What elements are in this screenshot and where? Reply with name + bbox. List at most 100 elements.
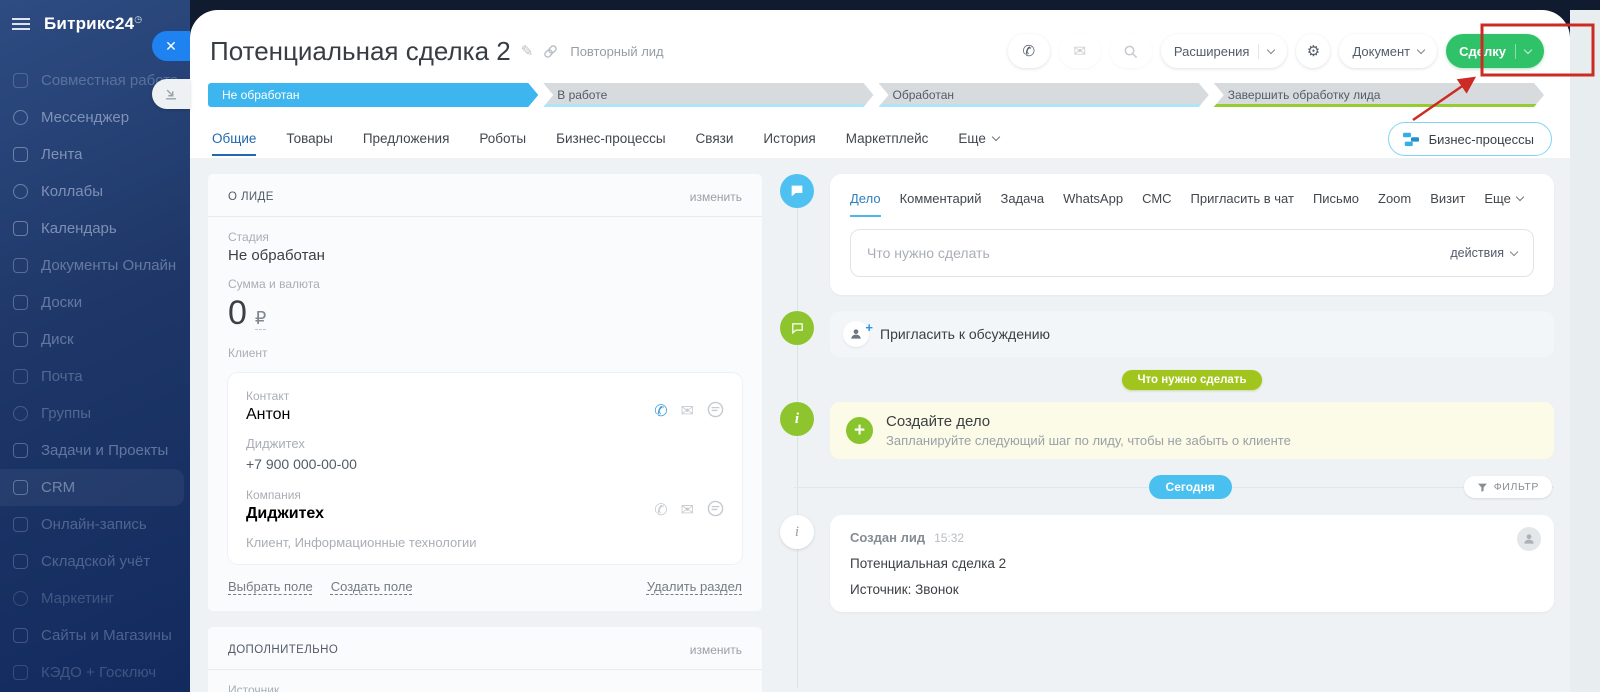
actions-dropdown[interactable]: действия: [1450, 246, 1517, 260]
sidebar-item-calendar[interactable]: Календарь: [0, 210, 190, 247]
edit-section-link[interactable]: изменить: [690, 643, 742, 657]
docs-online-icon: [13, 258, 28, 273]
add-activity-button[interactable]: +: [846, 417, 873, 444]
tab-quotes[interactable]: Предложения: [363, 131, 450, 146]
tab-robots[interactable]: Роботы: [479, 131, 526, 146]
company-name[interactable]: Диджитех: [246, 505, 477, 523]
activity-tab-whatsapp[interactable]: WhatsApp: [1063, 191, 1123, 206]
invite-to-discussion[interactable]: + Пригласить к обсуждению: [830, 311, 1554, 357]
client-card: Контакт Антон Диджитех +7 900 000-00-00 …: [228, 373, 742, 564]
sidebar-item-mail[interactable]: Почта: [0, 358, 190, 395]
create-field-link[interactable]: Создать поле: [331, 579, 413, 594]
sidebar-item-marketing[interactable]: Маркетинг: [0, 580, 190, 617]
tab-more[interactable]: Еще: [958, 131, 998, 146]
sidebar-item-boards[interactable]: Доски: [0, 284, 190, 321]
contact-phone[interactable]: +7 900 000-00-00: [246, 456, 357, 472]
call-button[interactable]: ✆: [1008, 34, 1050, 68]
create-activity-card: + Создайте дело Запланируйте следующий ш…: [830, 402, 1554, 459]
currency-label[interactable]: ₽: [255, 308, 266, 330]
avatar[interactable]: [1517, 527, 1541, 551]
activity-tab-deal[interactable]: Дело: [850, 191, 881, 206]
settings-button[interactable]: ⚙: [1296, 34, 1330, 68]
entry-source: Источник: Звонок: [850, 582, 1534, 597]
activity-tab-more[interactable]: Еще: [1484, 191, 1522, 206]
select-field-link[interactable]: Выбрать поле: [228, 579, 313, 594]
logo[interactable]: Битрикс24◷: [44, 14, 142, 34]
document-dropdown[interactable]: Документ: [1339, 34, 1437, 68]
contact-label: Контакт: [246, 389, 357, 403]
sidebar-item-drive[interactable]: Диск: [0, 321, 190, 358]
stage-not-processed[interactable]: Не обработан: [208, 83, 538, 107]
tab-history[interactable]: История: [763, 131, 815, 146]
amount-value[interactable]: 0: [228, 294, 247, 333]
activity-tab-visit[interactable]: Визит: [1430, 191, 1465, 206]
sidebar-item-inventory[interactable]: Складской учёт: [0, 543, 190, 580]
mail-icon[interactable]: ✉: [681, 500, 694, 520]
inventory-icon: [13, 554, 28, 569]
chat-icon[interactable]: [707, 500, 724, 517]
phone-icon[interactable]: ✆: [654, 401, 667, 421]
activity-tab-invite-chat[interactable]: Пригласить в чат: [1191, 191, 1294, 206]
sidebar-item-groups[interactable]: Группы: [0, 395, 190, 432]
delete-section-link[interactable]: Удалить раздел: [647, 579, 742, 594]
tab-products[interactable]: Товары: [286, 131, 332, 146]
chat-bubble-outline-icon: [790, 321, 805, 336]
activity-composer-card: Дело Комментарий Задача WhatsApp СМС При…: [830, 174, 1554, 295]
activity-tab-task[interactable]: Задача: [1000, 191, 1044, 206]
email-button[interactable]: ✉: [1059, 34, 1101, 68]
timeline-column: Дело Комментарий Задача WhatsApp СМС При…: [780, 174, 1554, 692]
mail-icon: [13, 369, 28, 384]
tasks-icon: [13, 443, 28, 458]
activity-tab-zoom[interactable]: Zoom: [1378, 191, 1411, 206]
tab-business-processes[interactable]: Бизнес-процессы: [556, 131, 665, 146]
sidebar-item-tasks[interactable]: Задачи и Проекты: [0, 432, 190, 469]
sidebar-item-kedo[interactable]: КЭДО + Госключ: [0, 654, 190, 691]
sidebar-item-crm[interactable]: CRM: [0, 469, 184, 506]
menu-hamburger-icon[interactable]: [12, 18, 30, 30]
stage-processed[interactable]: Обработан: [879, 83, 1209, 107]
chat-icon[interactable]: [707, 401, 724, 418]
activity-tab-sms[interactable]: СМС: [1142, 191, 1171, 206]
sidebar-item-collabs[interactable]: Коллабы: [0, 173, 190, 210]
extensions-dropdown[interactable]: Расширения: [1161, 34, 1288, 68]
create-activity-title[interactable]: Создайте дело: [886, 413, 1291, 430]
activity-tab-comment[interactable]: Комментарий: [900, 191, 982, 206]
calendar-icon: [13, 221, 28, 236]
todo-input[interactable]: [867, 245, 1450, 261]
tab-general[interactable]: Общие: [212, 131, 256, 146]
mail-icon[interactable]: ✉: [681, 401, 694, 421]
collapse-slider-button[interactable]: [152, 79, 190, 109]
business-processes-button[interactable]: Бизнес-процессы: [1388, 122, 1552, 156]
tab-connections[interactable]: Связи: [696, 131, 734, 146]
stage-in-progress[interactable]: В работе: [543, 83, 873, 107]
filter-button[interactable]: ФИЛЬТР: [1464, 476, 1552, 498]
create-deal-button[interactable]: Сделку: [1446, 34, 1544, 68]
section-title: О ЛИДЕ: [228, 191, 274, 203]
copy-link-icon[interactable]: [543, 44, 558, 59]
close-slider-button[interactable]: ✕: [152, 31, 190, 61]
lead-fields-column: О ЛИДЕ изменить Стадия Не обработан Сумм…: [208, 174, 762, 692]
chevron-down-icon: [1267, 45, 1275, 53]
entry-lead-name: Потенциальная сделка 2: [850, 556, 1534, 571]
person-plus-icon: +: [843, 321, 869, 347]
contact-company: Диджитех: [246, 436, 357, 451]
today-divider: Сегодня ФИЛЬТР: [830, 475, 1554, 501]
phone-icon[interactable]: ✆: [654, 500, 667, 520]
edit-section-link[interactable]: изменить: [690, 190, 742, 204]
marketing-icon: [13, 591, 28, 606]
tab-marketplace[interactable]: Маркетплейс: [846, 131, 929, 146]
page-title: Потенциальная сделка 2: [210, 36, 511, 67]
phone-icon: ✆: [1023, 42, 1036, 60]
search-button[interactable]: [1110, 34, 1152, 68]
sidebar-item-docs-online[interactable]: Документы Онлайн: [0, 247, 190, 284]
stage-finish-processing[interactable]: Завершить обработку лида: [1214, 83, 1544, 107]
chevron-down-icon: [992, 133, 1000, 141]
contact-name[interactable]: Антон: [246, 406, 357, 424]
company-label: Компания: [246, 488, 477, 502]
sidebar-item-booking[interactable]: Онлайн-запись: [0, 506, 190, 543]
activity-tab-letter[interactable]: Письмо: [1313, 191, 1359, 206]
sidebar-item-feed[interactable]: Лента: [0, 136, 190, 173]
edit-title-icon[interactable]: ✎: [521, 42, 534, 60]
stage-value[interactable]: Не обработан: [228, 247, 742, 264]
sidebar-item-sites[interactable]: Сайты и Магазины: [0, 617, 190, 654]
